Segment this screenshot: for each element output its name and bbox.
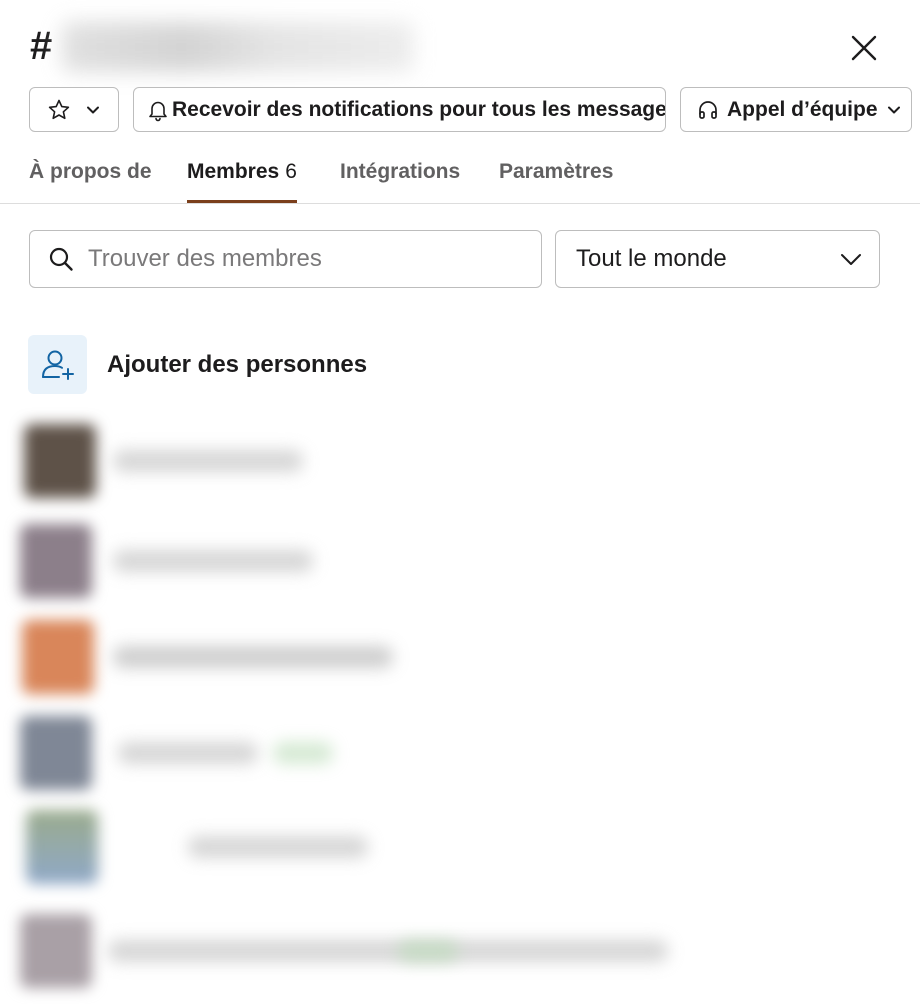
tab-settings-label: Paramètres xyxy=(499,160,614,183)
close-icon xyxy=(851,35,877,61)
tab-integrations[interactable]: Intégrations xyxy=(340,160,460,203)
status-indicator-redacted xyxy=(398,940,458,962)
member-search-box[interactable] xyxy=(29,230,542,288)
add-user-icon xyxy=(41,350,74,380)
tab-members[interactable]: Membres 6 xyxy=(187,160,297,203)
member-filter-value: Tout le monde xyxy=(576,245,727,272)
member-row[interactable] xyxy=(18,712,358,792)
channel-details-panel: # Recevoir des notifications pour tous l… xyxy=(0,0,920,1004)
avatar xyxy=(20,716,92,790)
member-name-redacted xyxy=(113,450,303,472)
status-indicator-redacted xyxy=(273,742,333,764)
avatar xyxy=(20,524,92,598)
team-call-label: Appel d’équipe xyxy=(727,97,878,121)
member-name-redacted xyxy=(118,742,258,764)
tab-integrations-label: Intégrations xyxy=(340,160,461,183)
member-row[interactable] xyxy=(18,806,378,886)
chevron-down-icon xyxy=(887,106,900,113)
tab-about-label: À propos de xyxy=(29,160,152,183)
channel-hash-symbol: # xyxy=(30,24,53,68)
channel-name-redacted xyxy=(62,22,414,72)
member-name-redacted xyxy=(113,550,313,572)
member-row[interactable] xyxy=(18,520,318,600)
members-count: 6 xyxy=(285,160,297,183)
member-name-redacted xyxy=(108,940,668,962)
member-name-redacted xyxy=(188,836,368,858)
member-row[interactable] xyxy=(18,904,698,1000)
notifications-button[interactable]: Recevoir des notifications pour tous les… xyxy=(133,87,666,132)
add-people-button[interactable]: Ajouter des personnes xyxy=(28,335,367,394)
tab-about[interactable]: À propos de xyxy=(29,160,152,203)
member-filter-select[interactable]: Tout le monde xyxy=(555,230,880,288)
avatar xyxy=(26,810,98,884)
chevron-down-icon xyxy=(87,106,99,113)
avatar xyxy=(24,424,96,498)
headphones-icon xyxy=(699,100,717,119)
bell-icon xyxy=(149,101,167,121)
add-people-label: Ajouter des personnes xyxy=(107,350,368,378)
member-name-redacted xyxy=(113,646,393,668)
close-button[interactable] xyxy=(846,30,882,66)
member-search-input[interactable] xyxy=(88,245,508,273)
tab-members-label: Membres xyxy=(187,160,280,183)
star-icon xyxy=(48,99,70,119)
member-row[interactable] xyxy=(18,420,318,500)
add-people-icon-box xyxy=(28,335,87,394)
star-channel-button[interactable] xyxy=(29,87,119,132)
tab-settings[interactable]: Paramètres xyxy=(499,160,613,203)
chevron-down-icon xyxy=(841,254,861,265)
avatar xyxy=(22,620,94,694)
avatar xyxy=(20,914,92,988)
team-call-button[interactable]: Appel d’équipe xyxy=(680,87,912,132)
search-icon xyxy=(49,247,73,271)
member-row[interactable] xyxy=(18,616,418,696)
tab-bar: À propos de Membres 6 Intégrations Paramè… xyxy=(0,150,920,204)
notifications-label: Recevoir des notifications pour tous les… xyxy=(172,97,666,121)
